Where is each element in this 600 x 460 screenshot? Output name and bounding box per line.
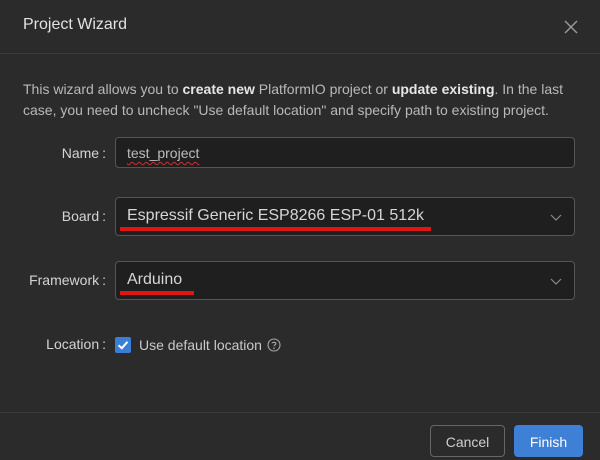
label-colon: : bbox=[102, 145, 106, 161]
use-default-location-checkbox[interactable] bbox=[115, 337, 131, 353]
name-label-text: Name bbox=[61, 145, 100, 161]
finish-button[interactable]: Finish bbox=[514, 425, 583, 457]
label-colon: : bbox=[102, 208, 106, 224]
chevron-down-icon bbox=[550, 214, 562, 221]
close-icon bbox=[564, 20, 578, 34]
close-button[interactable] bbox=[560, 16, 582, 38]
description-text: This wizard allows you to bbox=[23, 81, 183, 97]
label-colon: : bbox=[102, 336, 106, 352]
project-wizard-dialog: Project Wizard This wizard allows you to… bbox=[0, 0, 600, 460]
location-label-text: Location bbox=[46, 336, 100, 352]
label-colon: : bbox=[102, 272, 106, 288]
checkmark-icon bbox=[117, 341, 129, 350]
board-select-value: Espressif Generic ESP8266 ESP-01 512k bbox=[127, 207, 425, 224]
board-highlight-mark bbox=[120, 227, 431, 231]
description-text: PlatformIO project or bbox=[254, 81, 392, 97]
cancel-button[interactable]: Cancel bbox=[430, 425, 505, 457]
help-icon[interactable] bbox=[267, 338, 281, 352]
dialog-footer: Cancel Finish bbox=[0, 412, 600, 460]
name-label: Name: bbox=[62, 145, 106, 161]
description-bold-create: create new bbox=[182, 81, 255, 97]
wizard-description: This wizard allows you to create new Pla… bbox=[23, 79, 583, 121]
framework-highlight-mark bbox=[120, 291, 194, 295]
description-bold-update: update existing bbox=[391, 81, 495, 97]
framework-label: Framework: bbox=[29, 272, 106, 288]
name-input-value: test_project bbox=[127, 145, 200, 161]
location-label: Location: bbox=[46, 336, 106, 352]
dialog-titlebar: Project Wizard bbox=[0, 0, 600, 54]
board-label-text: Board bbox=[61, 208, 100, 224]
use-default-location-label[interactable]: Use default location bbox=[139, 337, 262, 353]
board-label: Board: bbox=[62, 208, 106, 224]
dialog-title: Project Wizard bbox=[23, 16, 128, 33]
name-input[interactable]: test_project bbox=[115, 137, 575, 168]
framework-label-text: Framework bbox=[29, 272, 100, 288]
framework-select-value: Arduino bbox=[127, 271, 183, 288]
chevron-down-icon bbox=[550, 278, 562, 285]
